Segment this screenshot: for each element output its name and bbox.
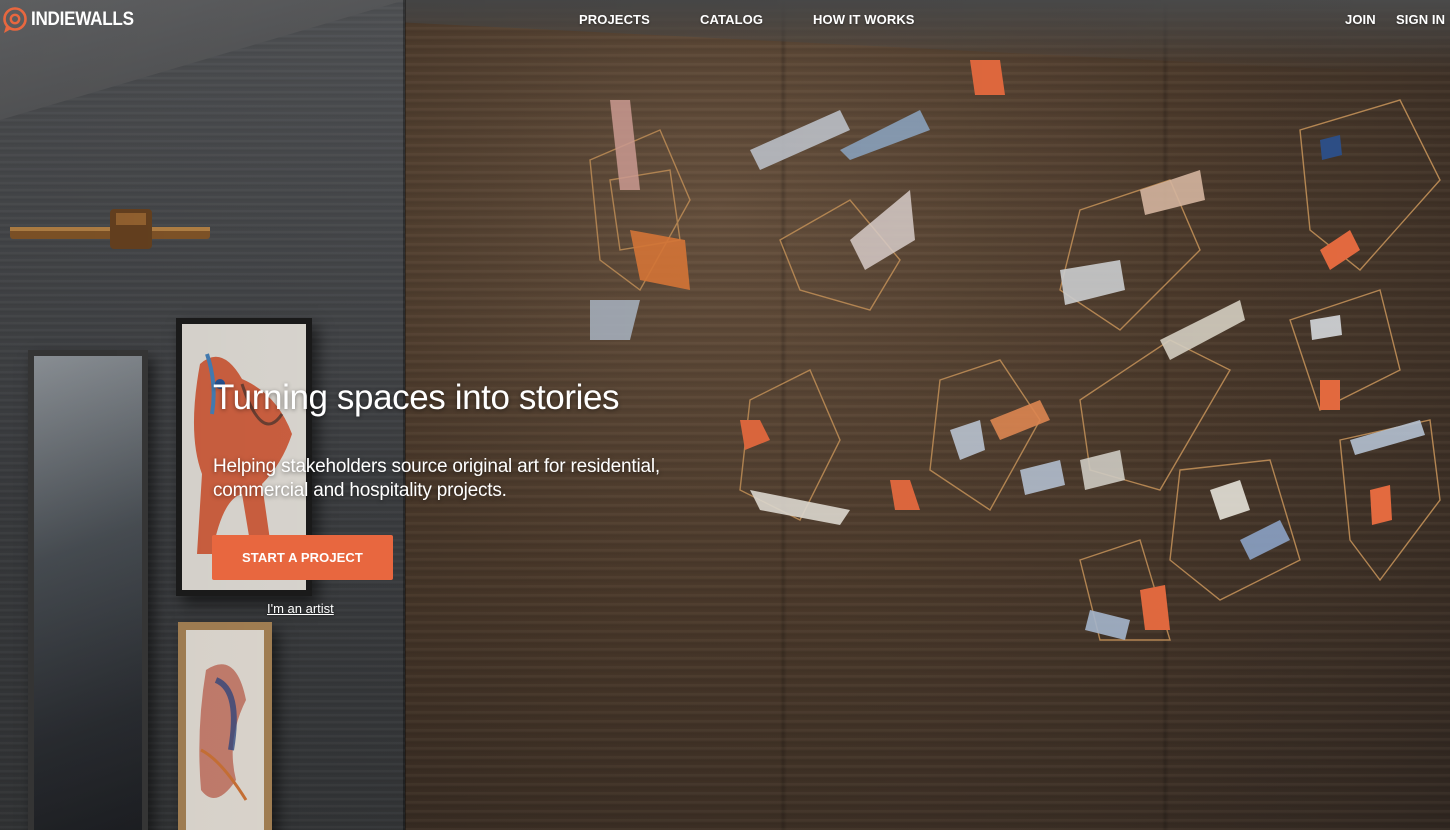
- hero-subheadline: Helping stakeholders source original art…: [213, 456, 660, 501]
- nav-link-projects[interactable]: PROJECTS: [579, 12, 650, 27]
- hero-headline: Turning spaces into stories: [213, 378, 620, 417]
- start-project-button[interactable]: START A PROJECT: [212, 535, 393, 580]
- brand-logo-link[interactable]: INDIEWALLS: [2, 6, 145, 34]
- nav-link-catalog[interactable]: CATALOG: [700, 12, 763, 27]
- top-nav: INDIEWALLS PROJECTS CATALOG HOW IT WORKS…: [0, 0, 1450, 40]
- artist-link[interactable]: I'm an artist: [267, 601, 334, 616]
- sign-in-link[interactable]: SIGN IN: [1396, 12, 1445, 27]
- nav-link-how-it-works[interactable]: HOW IT WORKS: [813, 12, 915, 27]
- indiewalls-logo-icon: [3, 7, 27, 33]
- brand-name: INDIEWALLS: [31, 9, 134, 30]
- hero-section: INDIEWALLS PROJECTS CATALOG HOW IT WORKS…: [0, 0, 1450, 830]
- join-link[interactable]: JOIN: [1345, 12, 1376, 27]
